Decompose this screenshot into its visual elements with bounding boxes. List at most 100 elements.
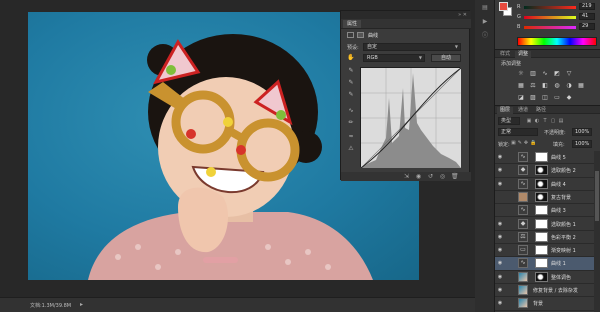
eyedropper-gray-icon[interactable]: ✎ — [347, 79, 355, 87]
slider-g-track[interactable] — [524, 16, 576, 19]
slider-r-track[interactable] — [524, 6, 576, 9]
lock-icons[interactable]: ▣✎✥🔒 — [511, 140, 538, 146]
collapse-icon[interactable]: » ✕ — [458, 12, 467, 18]
eyedropper-white-icon[interactable]: ✎ — [347, 91, 355, 99]
warning-icon[interactable]: ⚠ — [347, 145, 355, 153]
visibility-eye-icon[interactable]: ◉ — [497, 260, 503, 266]
layer-mask-thumbnail[interactable] — [535, 178, 548, 189]
channel-mixer-icon[interactable]: ◑ — [565, 82, 573, 89]
layers-scrollbar[interactable] — [594, 151, 600, 312]
layer-row[interactable]: ◉ ▭ 渐变映射 1 — [495, 244, 594, 258]
balance-adjustment-icon[interactable]: ⚖ — [518, 231, 528, 242]
layer-mask-thumbnail[interactable] — [535, 152, 548, 162]
clip-to-layer-icon[interactable]: ⇲ — [403, 173, 410, 180]
curves-adjustment-icon[interactable]: ∿ — [518, 258, 528, 269]
slider-r-value[interactable]: 219 — [579, 3, 595, 10]
layer-mask-thumbnail[interactable] — [535, 258, 548, 269]
selective-adjustment-icon[interactable]: ◆ — [518, 165, 528, 176]
slider-b-track[interactable] — [524, 26, 576, 29]
trash-icon[interactable]: 🗑 — [451, 173, 459, 180]
tab-channels[interactable]: 通道 — [515, 107, 531, 114]
tab-layers[interactable]: 图层 — [497, 107, 514, 114]
visibility-eye-icon[interactable]: ◉ — [497, 300, 503, 306]
filter-type-icon[interactable]: T — [542, 118, 548, 124]
visibility-eye-icon[interactable]: ◉ — [497, 274, 503, 280]
black-white-icon[interactable]: ◧ — [541, 82, 549, 89]
actions-icon[interactable]: ▶ — [481, 18, 489, 26]
slider-g[interactable]: G 41 — [517, 13, 597, 21]
opacity-value[interactable]: 100% — [572, 128, 592, 136]
filter-adjustment-icon[interactable]: ◐ — [534, 118, 540, 124]
filter-kind-select[interactable]: 类型 — [498, 117, 520, 125]
layer-mask-thumbnail[interactable] — [535, 271, 548, 282]
layer-mask-thumbnail[interactable] — [535, 205, 548, 216]
posterize-icon[interactable]: ▨ — [529, 94, 537, 101]
visibility-eye-icon[interactable]: ◉ — [497, 247, 503, 253]
tab-styles[interactable]: 样式 — [497, 51, 513, 58]
fill-thumbnail-icon[interactable] — [518, 191, 528, 202]
layer-name[interactable]: 选取颜色 2 — [551, 167, 576, 174]
layer-name[interactable]: 修复背景 / 去除杂发 — [533, 287, 578, 294]
visibility-eye-icon[interactable]: ◉ — [497, 287, 503, 293]
visibility-eye-icon[interactable] — [497, 194, 503, 200]
visibility-eye-icon[interactable]: ◉ — [497, 154, 503, 160]
brightness-icon[interactable]: ☼ — [517, 70, 525, 77]
layer-name[interactable]: 曲线 5 — [551, 154, 566, 161]
status-menu-arrow-icon[interactable]: ▸ — [80, 301, 86, 308]
visibility-eye-icon[interactable]: ◉ — [497, 167, 503, 173]
curves-icon[interactable]: ∿ — [541, 70, 549, 77]
layer-name[interactable]: 整体调色 — [551, 274, 571, 281]
view-previous-icon[interactable]: ◉ — [415, 173, 422, 180]
layer-row[interactable]: ◉ ◆ 选取颜色 2 — [495, 164, 594, 178]
layer-row[interactable]: 复古背景 — [495, 191, 594, 205]
reset-icon[interactable]: ↺ — [427, 173, 434, 180]
layer-mask-thumbnail[interactable] — [535, 165, 548, 176]
layer-row[interactable]: ◉ ∿ 曲线 4 — [495, 178, 594, 191]
layer-mask-thumbnail[interactable] — [535, 191, 548, 202]
layer-thumbnail-image[interactable] — [518, 298, 528, 309]
slider-r[interactable]: R 219 — [517, 3, 597, 11]
layer-mask-thumbnail[interactable] — [535, 231, 548, 242]
filter-smart-icon[interactable]: ▤ — [558, 118, 564, 124]
color-balance-icon[interactable]: ⚖ — [529, 82, 537, 89]
visibility-eye-icon[interactable]: ◉ — [497, 181, 503, 187]
tab-paths[interactable]: 路径 — [533, 107, 549, 114]
invert-icon[interactable]: ◪ — [517, 94, 525, 101]
exposure-icon[interactable]: ◩ — [553, 70, 561, 77]
pencil-icon[interactable]: ✏ — [347, 119, 355, 127]
layer-row[interactable]: ◉ 整体调色 — [495, 271, 594, 284]
filter-pixel-icon[interactable]: ▣ — [526, 118, 532, 124]
blend-mode-select[interactable]: 正常 — [498, 128, 538, 136]
filter-shape-icon[interactable]: ▢ — [550, 118, 556, 124]
gradient-adjustment-icon[interactable]: ▭ — [518, 245, 528, 256]
tab-adjustments[interactable]: 调整 — [515, 51, 532, 58]
smooth-icon[interactable]: ≈ — [347, 133, 355, 141]
curves-adjustment-icon[interactable]: ∿ — [518, 178, 528, 189]
layers-scrollbar-thumb[interactable] — [595, 171, 599, 221]
color-lookup-icon[interactable]: ▦ — [577, 82, 585, 89]
curves-graph[interactable] — [360, 67, 462, 169]
layer-row[interactable]: ◉ 背景 — [495, 297, 594, 311]
layer-name[interactable]: 曲线 4 — [551, 181, 566, 188]
layer-row[interactable]: ∿ 曲线 3 — [495, 204, 594, 218]
visibility-eye-icon[interactable]: ◉ — [497, 221, 503, 227]
channel-select[interactable]: RGB ▼ — [363, 54, 425, 62]
visibility-eye-icon[interactable] — [497, 207, 503, 213]
photo-filter-icon[interactable]: ◍ — [553, 82, 561, 89]
slider-b[interactable]: B 29 — [517, 23, 597, 31]
vibrance-icon[interactable]: ▽ — [565, 70, 573, 77]
layer-thumbnail-image[interactable] — [518, 285, 528, 295]
layer-row[interactable]: ◉ ∿ 曲线 5 — [495, 151, 594, 165]
layer-row[interactable]: ◉ 修复背景 / 去除杂发 — [495, 284, 594, 298]
preset-select[interactable]: 自定 ▼ — [363, 43, 461, 51]
layer-mask-thumbnail[interactable] — [535, 245, 548, 256]
on-image-adjust-icon[interactable]: ✋ — [347, 54, 355, 62]
layer-name[interactable]: 曲线 3 — [551, 207, 566, 214]
foreground-color-swatch[interactable] — [499, 2, 508, 11]
threshold-icon[interactable]: ◫ — [541, 94, 549, 101]
layer-name[interactable]: 曲线 1 — [551, 260, 566, 267]
mask-icon[interactable] — [357, 32, 364, 38]
layer-name[interactable]: 色彩平衡 2 — [551, 234, 576, 241]
auto-button[interactable]: 自动 — [431, 54, 461, 62]
selective-adjustment-icon[interactable]: ◆ — [518, 218, 528, 229]
